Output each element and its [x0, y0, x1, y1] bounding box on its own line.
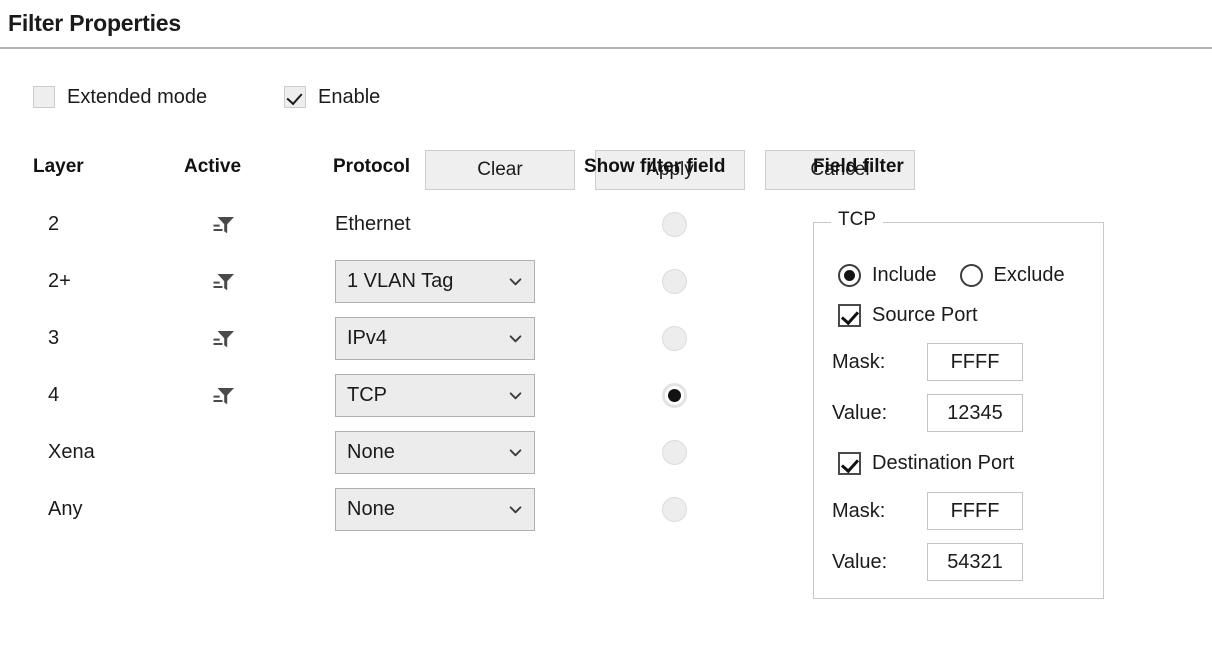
show-filter-field-radio[interactable] [662, 383, 687, 408]
exclude-label: Exclude [993, 263, 1065, 286]
chevron-down-icon[interactable] [509, 446, 522, 459]
source-port-value-input[interactable] [927, 394, 1023, 432]
field-filter-group: TCP Include Exclude Source Port Mask: Va… [813, 209, 1104, 599]
row-active-cell [207, 253, 241, 310]
table-row: 3 IPv4 [0, 310, 800, 367]
protocol-dropdown[interactable]: IPv4 [335, 317, 535, 360]
row-active-cell [207, 196, 241, 253]
source-port-mask-input[interactable] [927, 343, 1023, 381]
filter-funnel-icon[interactable] [213, 272, 235, 292]
exclude-radio[interactable] [959, 263, 983, 287]
chevron-down-icon[interactable] [509, 332, 522, 345]
protocol-dropdown[interactable]: TCP [335, 374, 535, 417]
destination-port-mask-label: Mask: [832, 500, 886, 522]
show-filter-field-radio[interactable] [662, 269, 687, 294]
row-active-cell [207, 367, 241, 424]
protocol-dropdown-value: 1 VLAN Tag [347, 270, 454, 292]
column-header-layer: Layer [33, 156, 84, 177]
destination-port-value-label: Value: [832, 551, 888, 573]
chevron-down-icon[interactable] [509, 389, 522, 402]
row-layer-label: 2 [48, 213, 60, 235]
source-port-value-label: Value: [832, 402, 888, 424]
filter-funnel-icon[interactable] [213, 329, 235, 349]
protocol-dropdown[interactable]: None [335, 431, 535, 474]
table-row: 2 Ethernet [0, 196, 800, 253]
extended-mode-checkbox-box[interactable] [33, 86, 55, 108]
title-separator [0, 47, 1212, 49]
column-header-show-filter-field: Show filter field [584, 156, 726, 177]
toolbar: Extended mode Enable Clear Apply Cancel [0, 74, 1212, 190]
row-layer-label: 4 [48, 384, 60, 406]
row-active-cell [207, 424, 241, 481]
row-layer-label: Any [48, 498, 83, 520]
enable-checkbox-box[interactable] [284, 86, 306, 108]
column-header-protocol: Protocol [333, 156, 411, 177]
source-port-checkbox[interactable]: Source Port [838, 301, 978, 329]
extended-mode-checkbox[interactable]: Extended mode [33, 74, 207, 120]
destination-port-label: Destination Port [872, 451, 1015, 474]
row-active-cell [207, 481, 241, 538]
row-show-filter-field-cell [662, 310, 687, 367]
filter-funnel-icon[interactable] [213, 215, 235, 235]
table-row: 4 TCP [0, 367, 800, 424]
include-radio[interactable] [838, 263, 861, 287]
filter-funnel-icon[interactable] [213, 386, 235, 406]
protocol-dropdown[interactable]: None [335, 488, 535, 531]
table-row: 2+ 1 VLAN Tag [0, 253, 800, 310]
protocol-static-label: Ethernet [335, 213, 411, 235]
source-port-mask-label: Mask: [832, 351, 886, 373]
enable-checkbox[interactable]: Enable [284, 74, 380, 120]
column-header-field-filter: Field filter [813, 156, 904, 177]
destination-port-checkbox-box[interactable] [838, 451, 861, 475]
clear-button[interactable]: Clear [425, 150, 575, 190]
enable-label: Enable [318, 85, 381, 108]
protocol-dropdown-value: TCP [347, 384, 387, 406]
table-row: Any None [0, 481, 800, 538]
show-filter-field-radio[interactable] [662, 212, 687, 237]
page-title: Filter Properties [8, 10, 181, 36]
source-port-checkbox-box[interactable] [838, 303, 861, 327]
row-active-cell [207, 310, 241, 367]
row-show-filter-field-cell [662, 424, 687, 481]
row-show-filter-field-cell [662, 481, 687, 538]
destination-port-value-input[interactable] [927, 543, 1023, 581]
include-exclude-radio-group: Include Exclude [838, 261, 1065, 289]
source-port-label: Source Port [872, 303, 978, 326]
protocol-dropdown-value: IPv4 [347, 327, 388, 349]
extended-mode-label: Extended mode [67, 85, 208, 108]
row-layer-label: Xena [48, 441, 95, 463]
protocol-dropdown[interactable]: 1 VLAN Tag [335, 260, 535, 303]
chevron-down-icon[interactable] [509, 503, 522, 516]
show-filter-field-radio[interactable] [662, 326, 687, 351]
protocol-dropdown-value: None [347, 441, 395, 463]
show-filter-field-radio[interactable] [662, 440, 687, 465]
destination-port-checkbox[interactable]: Destination Port [838, 449, 1014, 477]
destination-port-mask-input[interactable] [927, 492, 1023, 530]
include-label: Include [872, 263, 937, 286]
protocol-dropdown-value: None [347, 498, 395, 520]
row-show-filter-field-cell [662, 367, 687, 424]
row-show-filter-field-cell [662, 196, 687, 253]
row-layer-label: 2+ [48, 270, 71, 292]
column-header-active: Active [184, 156, 242, 177]
show-filter-field-radio[interactable] [662, 497, 687, 522]
chevron-down-icon[interactable] [509, 275, 522, 288]
table-row: Xena None [0, 424, 800, 481]
row-layer-label: 3 [48, 327, 60, 349]
row-show-filter-field-cell [662, 253, 687, 310]
